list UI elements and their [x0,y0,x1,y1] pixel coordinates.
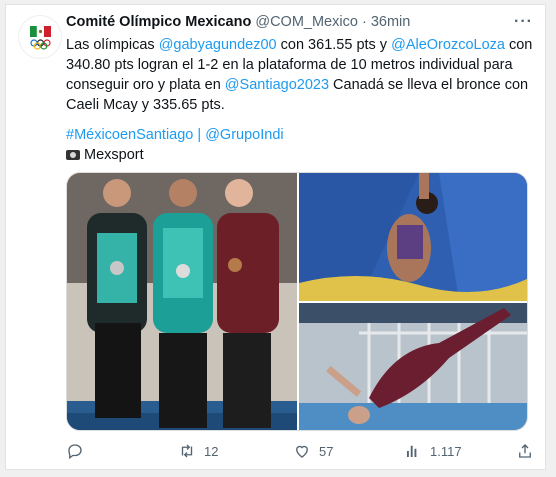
reply-icon [68,444,82,460]
retweet-icon [181,444,193,458]
author-name[interactable]: Comité Olímpico Mexicano [66,14,251,30]
tweet-tags: #MéxicoenSantiago | @GrupoIndi [66,125,284,145]
mention-link[interactable]: @gabyagundez00 [159,37,277,53]
mention-link[interactable]: @AleOrozcoLoza [391,37,505,53]
tweet-text: Las olímpicas @gabyagundez00 con 361.55 … [66,35,536,115]
avatar[interactable] [18,15,62,59]
like-count: 57 [319,443,334,459]
separator-dot: · [361,14,367,30]
retweet-button[interactable]: 12 [178,442,218,460]
tweet-card[interactable]: Comité Olímpico Mexicano @COM_Mexico · 3… [5,4,546,470]
photo-dive-1[interactable] [299,173,527,301]
share-button[interactable] [516,442,534,460]
photo-podium[interactable] [67,173,297,430]
author-handle[interactable]: @COM_Mexico [255,14,358,30]
tag-separator: | [193,127,206,143]
reply-button[interactable] [66,442,92,460]
retweet-count: 12 [204,443,219,459]
tweet-header: Comité Olímpico Mexicano @COM_Mexico · 3… [66,14,410,30]
mention-link[interactable]: @Santiago2023 [225,77,329,93]
photo-credit-text: Mexsport [84,147,144,163]
photo-credit: Mexsport [66,145,144,165]
heart-icon [296,445,308,458]
views-count: 1.117 [430,443,462,459]
mention-link-grupoindi[interactable]: @GrupoIndi [205,127,283,143]
media-grid [66,172,528,431]
tweet-text-segment: Las olímpicas [66,37,159,53]
tweet-actions: 12 57 1.117 [66,442,536,462]
tweet-timestamp[interactable]: 36min [371,14,411,30]
views-button[interactable]: 1.117 [404,442,462,460]
share-icon [519,444,531,458]
more-options-icon[interactable]: ··· [514,13,533,31]
camera-icon [66,150,80,160]
photo-dive-2[interactable] [299,303,527,430]
tweet-text-segment: con 361.55 pts y [276,37,392,53]
like-button[interactable]: 57 [293,442,333,460]
views-icon [407,445,417,457]
hashtag-link[interactable]: #MéxicoenSantiago [66,127,193,143]
